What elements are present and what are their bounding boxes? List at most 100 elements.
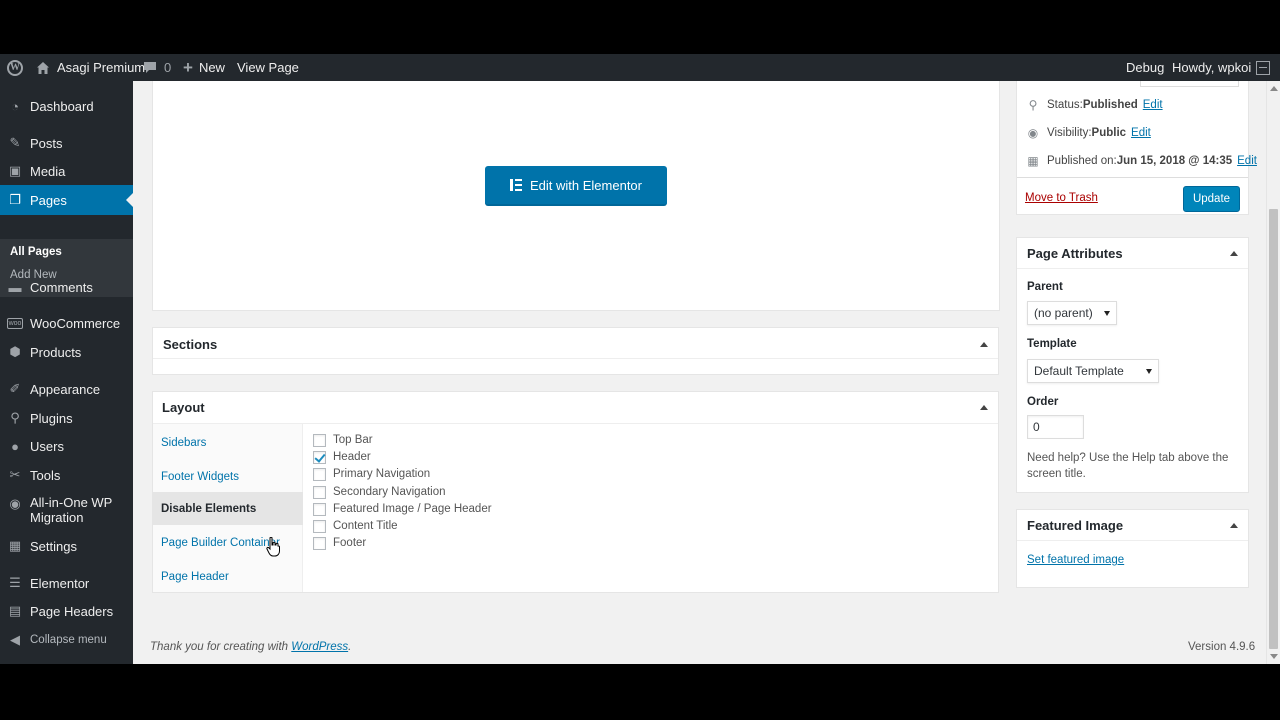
edit-visibility-link[interactable]: Edit (1131, 127, 1151, 139)
menu-comments[interactable]: ▬ Comments (0, 275, 133, 299)
account-menu[interactable]: Howdy, wpkoi (1172, 54, 1271, 81)
page-attributes-title: Page Attributes (1027, 246, 1123, 261)
checkbox-checked[interactable] (313, 450, 326, 464)
sections-divider (153, 358, 998, 359)
option-header[interactable]: Header (313, 450, 371, 464)
wordpress-link[interactable]: WordPress (291, 641, 348, 653)
status-value: Published (1082, 99, 1138, 111)
menu-dashboard[interactable]: ◔ Dashboard (0, 94, 133, 118)
menu-woocommerce[interactable]: woo WooCommerce (0, 311, 133, 335)
menu-posts[interactable]: ✎ Posts (0, 131, 133, 155)
menu-page-headers[interactable]: ▤ Page Headers (0, 599, 133, 623)
featured-image-title: Featured Image (1027, 518, 1124, 533)
edit-with-elementor-button[interactable]: Edit with Elementor (485, 166, 667, 206)
template-label: Template (1027, 338, 1077, 350)
option-label: Primary Navigation (333, 468, 431, 480)
media-icon: ▣ (8, 163, 22, 178)
page-attributes-help: Need help? Use the Help tab above the sc… (1027, 452, 1229, 480)
submenu-all-pages[interactable]: All Pages (10, 246, 62, 258)
greeting-text: Howdy, wpkoi (1172, 60, 1252, 75)
menu-label: All-in-One WP Migration (30, 495, 113, 525)
edit-status-link[interactable]: Edit (1143, 99, 1163, 111)
option-primary-navigation[interactable]: Primary Navigation (313, 467, 430, 481)
scroll-up-arrow-icon[interactable] (1270, 86, 1278, 91)
menu-tools[interactable]: ✂ Tools (0, 463, 133, 487)
tab-disable-elements[interactable]: Disable Elements (153, 492, 303, 525)
footer-thanks-prefix: Thank you for creating with (150, 641, 292, 653)
new-content-link[interactable]: + New (183, 54, 225, 81)
wordpress-logo-menu[interactable]: W (7, 54, 23, 81)
view-page-link[interactable]: View Page (237, 54, 299, 81)
template-select[interactable]: Default Template (1027, 359, 1159, 383)
menu-label: Collapse menu (30, 634, 107, 646)
checkbox[interactable] (313, 536, 326, 550)
published-value: Jun 15, 2018 @ 14:35 (1116, 155, 1233, 167)
menu-label: Page Headers (30, 603, 114, 619)
menu-products[interactable]: ⬢ Products (0, 340, 133, 364)
tab-sidebars[interactable]: Sidebars (153, 426, 303, 459)
option-label: Featured Image / Page Header (333, 503, 492, 515)
option-secondary-navigation[interactable]: Secondary Navigation (313, 485, 446, 499)
dashboard-icon: ◔ (11, 98, 19, 114)
menu-pages[interactable]: ❐ Pages (0, 185, 133, 215)
menu-label: Elementor (30, 575, 90, 591)
tab-footer-widgets[interactable]: Footer Widgets (153, 460, 303, 493)
page-attributes-toggle-icon[interactable] (1230, 251, 1238, 256)
option-label: Header (333, 451, 371, 463)
appearance-icon: ✐ (9, 381, 21, 396)
scroll-down-arrow-icon[interactable] (1270, 654, 1278, 659)
menu-settings[interactable]: ▦ Settings (0, 534, 133, 558)
featured-image-toggle-icon[interactable] (1230, 523, 1238, 528)
menu-label: Users (30, 438, 64, 454)
move-to-trash-link[interactable]: Move to Trash (1025, 192, 1098, 204)
menu-elementor[interactable]: ☰ Elementor (0, 571, 133, 595)
parent-select[interactable]: (no parent) (1027, 301, 1117, 325)
checkbox[interactable] (313, 485, 326, 499)
menu-all-in-one-migration[interactable]: ◉ All-in-One WP Migration (0, 494, 133, 526)
menu-users[interactable]: ● Users (0, 434, 133, 458)
option-content-title[interactable]: Content Title (313, 519, 398, 533)
option-label: Footer (333, 537, 367, 549)
checkbox[interactable] (313, 502, 326, 516)
pin-icon: ✎ (9, 135, 21, 150)
sections-box (152, 327, 999, 375)
update-button[interactable]: Update (1183, 186, 1240, 212)
option-label: Secondary Navigation (333, 486, 446, 498)
edit-date-link[interactable]: Edit (1237, 155, 1257, 167)
hand-cursor-icon (266, 537, 280, 557)
woocommerce-icon: woo (7, 317, 23, 329)
page-scrollbar[interactable] (1266, 81, 1280, 664)
admin-sidebar: ◔ Dashboard ✎ Posts ▣ Media ❐ Pages All … (0, 81, 133, 664)
set-featured-image-link[interactable]: Set featured image (1027, 554, 1124, 566)
tab-page-builder-container[interactable]: Page Builder Container (153, 526, 303, 559)
order-input[interactable]: 0 (1027, 415, 1084, 439)
visibility-row: ◉ Visibility: Public Edit (1025, 126, 1151, 140)
publish-divider (1017, 177, 1248, 178)
checkbox[interactable] (313, 519, 326, 533)
elementor-icon: ☰ (9, 575, 21, 590)
site-name-link[interactable]: Asagi Premium (36, 54, 145, 81)
comments-link[interactable]: 0 (143, 54, 171, 81)
menu-plugins[interactable]: ⚲ Plugins (0, 406, 133, 430)
option-featured-image[interactable]: Featured Image / Page Header (313, 502, 492, 516)
scrollbar-thumb[interactable] (1269, 209, 1278, 649)
layout-toggle-icon[interactable] (980, 405, 988, 410)
collapse-menu-button[interactable]: ◀ Collapse menu (0, 628, 133, 652)
order-label: Order (1027, 396, 1059, 408)
sections-toggle-icon[interactable] (980, 342, 988, 347)
menu-label: Pages (30, 192, 67, 208)
option-footer[interactable]: Footer (313, 536, 366, 550)
page-attributes-divider (1017, 268, 1248, 269)
checkbox[interactable] (313, 433, 326, 447)
menu-appearance[interactable]: ✐ Appearance (0, 377, 133, 401)
option-top-bar[interactable]: Top Bar (313, 433, 373, 447)
published-row: ▦ Published on: Jun 15, 2018 @ 14:35 Edi… (1025, 154, 1257, 168)
pin-icon: ⚲ (1028, 98, 1038, 112)
tab-page-header[interactable]: Page Header (153, 560, 303, 593)
menu-label: Dashboard (30, 98, 94, 114)
debug-link[interactable]: Debug (1126, 54, 1164, 81)
menu-media[interactable]: ▣ Media (0, 159, 133, 183)
menu-label: Posts (30, 135, 63, 151)
checkbox[interactable] (313, 467, 326, 481)
footer-thanks-suffix: . (348, 641, 352, 653)
